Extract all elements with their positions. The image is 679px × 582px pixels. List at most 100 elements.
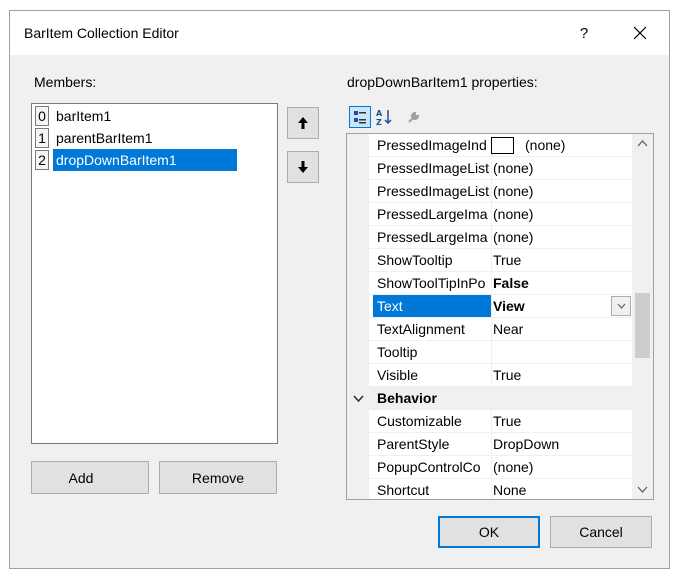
property-name: TextAlignment: [377, 321, 465, 337]
collection-editor-dialog: BarItem Collection Editor ? Members: 0 ba…: [9, 10, 670, 569]
column-divider: [491, 249, 492, 272]
property-row[interactable]: Customizable True: [347, 410, 632, 433]
property-row[interactable]: ShowToolTipInPo False: [347, 272, 632, 295]
property-name: PressedLargeIma: [377, 206, 488, 222]
item-name: dropDownBarItem1: [53, 149, 237, 171]
property-row[interactable]: Tooltip: [347, 341, 632, 364]
column-divider: [491, 180, 492, 203]
categorized-icon[interactable]: [349, 106, 371, 128]
property-row[interactable]: PressedImageList (none): [347, 157, 632, 180]
property-name: PressedLargeIma: [377, 229, 488, 245]
property-value: None: [493, 482, 527, 498]
add-button[interactable]: Add ▾: [31, 461, 167, 494]
close-icon: [633, 26, 647, 40]
property-value: DropDown: [493, 436, 560, 452]
property-row[interactable]: ParentStyle DropDown: [347, 433, 632, 456]
column-divider: [491, 318, 492, 341]
column-divider: [491, 433, 492, 456]
properties-label: dropDownBarItem1 properties:: [347, 74, 538, 90]
alphabetical-sort-icon[interactable]: AZ: [373, 106, 395, 128]
property-row[interactable]: Text View: [347, 295, 632, 318]
scroll-up-icon[interactable]: [637, 139, 648, 147]
item-index: 0: [35, 106, 49, 126]
image-preview-swatch: [491, 137, 514, 154]
ok-button[interactable]: OK: [438, 516, 540, 548]
remove-button[interactable]: Remove: [159, 461, 277, 494]
property-row[interactable]: ShowTooltip True: [347, 249, 632, 272]
property-pages-icon[interactable]: [403, 106, 425, 128]
list-item[interactable]: 1 parentBarItem1: [33, 127, 276, 149]
svg-text:Z: Z: [376, 118, 382, 126]
column-divider: [491, 410, 492, 433]
item-name: parentBarItem1: [56, 130, 153, 146]
column-divider: [491, 157, 492, 180]
property-row[interactable]: PressedImageList (none): [347, 180, 632, 203]
members-list[interactable]: 0 barItem1 1 parentBarItem1 2 dropDownBarItem…: [31, 103, 278, 444]
vertical-scrollbar[interactable]: [632, 134, 653, 499]
item-name: barItem1: [56, 108, 112, 124]
column-divider: [491, 295, 492, 318]
property-value: Near: [493, 321, 524, 337]
property-value: (none): [493, 229, 534, 245]
column-divider: [491, 479, 492, 499]
property-value: False: [493, 275, 529, 291]
property-name: ParentStyle: [377, 436, 450, 452]
property-value: True: [493, 252, 522, 268]
property-row[interactable]: Shortcut None: [347, 479, 632, 499]
property-row[interactable]: PopupControlCo (none): [347, 456, 632, 479]
property-row[interactable]: PressedImageInd (none): [347, 134, 632, 157]
property-name: PressedImageList: [377, 160, 490, 176]
property-value: (none): [493, 160, 534, 176]
svg-text:A: A: [376, 109, 383, 118]
property-value: (none): [493, 206, 534, 222]
move-up-button[interactable]: [287, 107, 319, 139]
window-title: BarItem Collection Editor: [24, 25, 179, 41]
property-grid[interactable]: PressedImageInd (none) PressedImageList (no…: [346, 133, 654, 500]
help-button[interactable]: ?: [566, 17, 602, 49]
item-index: 1: [35, 128, 49, 148]
scroll-thumb[interactable]: [635, 293, 650, 358]
property-name: Customizable: [377, 413, 462, 429]
item-index: 2: [35, 150, 49, 170]
scroll-down-icon[interactable]: [637, 486, 648, 494]
column-divider: [491, 203, 492, 226]
list-item[interactable]: 0 barItem1: [33, 105, 276, 127]
property-value: True: [493, 367, 522, 383]
property-name: PopupControlCo: [377, 459, 481, 475]
column-divider: [491, 456, 492, 479]
arrow-up-icon: [298, 117, 308, 129]
property-row[interactable]: TextAlignment Near: [347, 318, 632, 341]
close-button[interactable]: [616, 17, 664, 49]
property-name: PressedImageInd: [377, 137, 487, 153]
property-value: (none): [493, 459, 534, 475]
property-name: Tooltip: [377, 344, 418, 360]
property-name: ShowTooltip: [377, 252, 453, 268]
property-name: Shortcut: [377, 482, 430, 498]
property-value: (none): [493, 183, 534, 199]
move-down-button[interactable]: [287, 151, 319, 183]
arrow-down-icon: [298, 161, 308, 173]
list-item[interactable]: 2 dropDownBarItem1: [33, 149, 276, 171]
members-label: Members:: [34, 74, 97, 90]
property-row[interactable]: PressedLargeIma (none): [347, 203, 632, 226]
category-row[interactable]: Behavior: [347, 387, 632, 410]
column-divider: [491, 341, 492, 364]
property-row[interactable]: Visible True: [347, 364, 632, 387]
category-name: Behavior: [377, 390, 437, 406]
column-divider: [491, 272, 492, 295]
value-dropdown-button[interactable]: [611, 296, 631, 316]
column-divider: [491, 226, 492, 249]
property-name: PressedImageList: [377, 183, 490, 199]
property-name: ShowToolTipInPo: [377, 275, 486, 291]
title-bar: BarItem Collection Editor ?: [10, 11, 669, 55]
column-divider: [491, 364, 492, 387]
property-name: Visible: [377, 367, 418, 383]
add-button-label: Add: [68, 469, 94, 486]
property-value: True: [493, 413, 522, 429]
cancel-button[interactable]: Cancel: [550, 516, 652, 548]
property-value: (none): [525, 137, 566, 153]
chevron-down-icon: [617, 303, 625, 309]
property-row[interactable]: PressedLargeIma (none): [347, 226, 632, 249]
chevron-down-icon[interactable]: [353, 395, 364, 403]
property-name: Text: [373, 295, 491, 318]
